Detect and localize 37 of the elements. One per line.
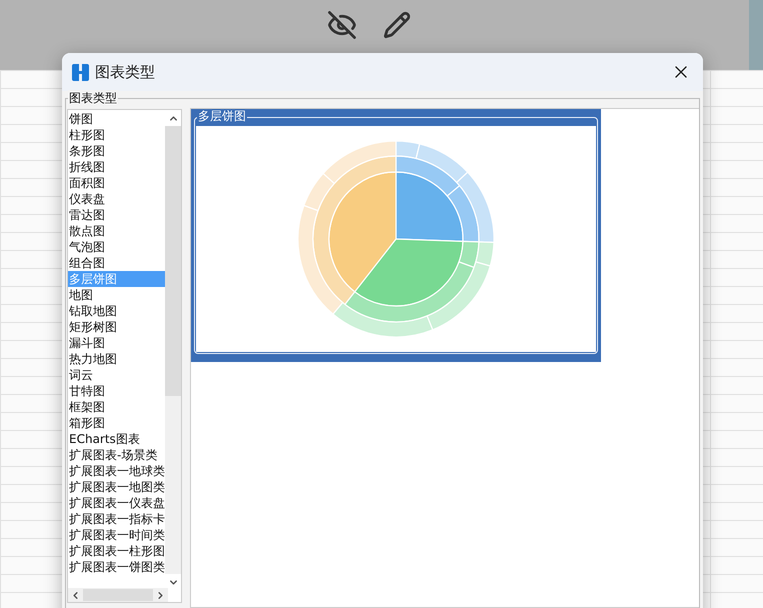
chart-type-item[interactable]: 条形图 xyxy=(68,143,165,159)
chart-type-item[interactable]: 钻取地图 xyxy=(68,303,165,319)
chart-type-item[interactable]: 气泡图 xyxy=(68,239,165,255)
group-label: 图表类型 xyxy=(68,90,118,106)
window-title: 图表类型 xyxy=(95,62,155,83)
chart-type-item[interactable]: 箱形图 xyxy=(68,415,165,431)
chart-type-item[interactable]: 面积图 xyxy=(68,175,165,191)
chart-type-item[interactable]: 扩展图表一指标卡 xyxy=(68,511,165,527)
vertical-scrollbar[interactable] xyxy=(165,110,181,590)
chart-type-item[interactable]: 扩展图表一时间类 xyxy=(68,527,165,543)
chart-type-item[interactable]: 框架图 xyxy=(68,399,165,415)
chart-type-item[interactable]: 雷达图 xyxy=(68,207,165,223)
horizontal-scrollbar[interactable] xyxy=(68,588,168,602)
chart-type-item[interactable]: 扩展图表一饼图类 xyxy=(68,559,165,575)
chart-type-item[interactable]: 组合图 xyxy=(68,255,165,271)
chart-type-item[interactable]: 矩形树图 xyxy=(68,319,165,335)
pencil-icon[interactable] xyxy=(382,11,410,39)
chart-card-title: 多层饼图 xyxy=(197,109,247,123)
chart-type-item[interactable]: 仪表盘 xyxy=(68,191,165,207)
chart-type-item[interactable]: 柱形图 xyxy=(68,127,165,143)
app-logo-icon xyxy=(72,64,89,80)
chart-type-item[interactable]: 地图 xyxy=(68,287,165,303)
chart-type-item[interactable]: ECharts图表 xyxy=(68,431,165,447)
chart-type-item[interactable]: 扩展图表一地球类 xyxy=(68,463,165,479)
chart-type-item[interactable]: 扩展图表一柱形图 xyxy=(68,543,165,559)
chart-type-item[interactable]: 甘特图 xyxy=(68,383,165,399)
chart-preview-card[interactable]: 多层饼图 xyxy=(191,109,601,362)
chart-type-item[interactable]: 散点图 xyxy=(68,223,165,239)
chart-type-item[interactable]: 热力地图 xyxy=(68,351,165,367)
chart-type-item[interactable]: 扩展图表一仪表盘 xyxy=(68,495,165,511)
chart-type-item[interactable]: 扩展图表-场景类 xyxy=(68,447,165,463)
hidden-eye-icon[interactable] xyxy=(326,10,356,40)
chart-type-item[interactable]: 饼图 xyxy=(68,111,165,127)
chart-type-item[interactable]: 扩展图表一地图类 xyxy=(68,479,165,495)
chart-type-item[interactable]: 漏斗图 xyxy=(68,335,165,351)
chart-type-item[interactable]: 词云 xyxy=(68,367,165,383)
chart-type-item[interactable]: 折线图 xyxy=(68,159,165,175)
